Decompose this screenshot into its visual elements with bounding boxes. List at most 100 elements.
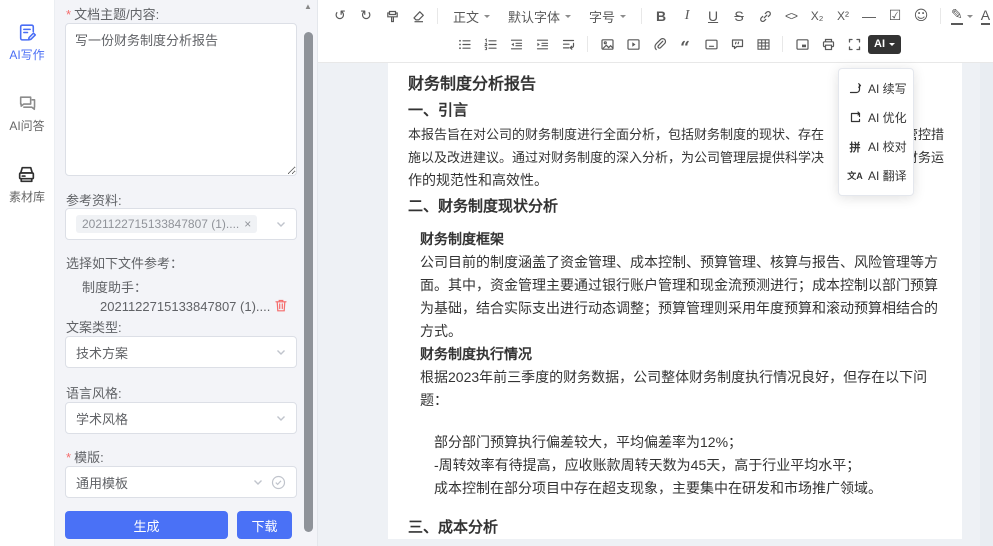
ai-dropdown-menu: AI 续写 AI 优化 拼 AI 校对 文A AI 翻译 — [838, 68, 914, 196]
fullscreen-icon[interactable] — [842, 32, 866, 56]
toolbar-row-2: “ — [328, 30, 985, 58]
topic-textarea[interactable]: 写一份财务制度分析报告 — [65, 23, 297, 176]
doc-list-item: -周转效率有待提高，应收账款周转天数为45天，高于行业平均水平； — [434, 454, 942, 477]
bold-button[interactable]: B — [649, 4, 673, 28]
assistant-label: 制度助手： — [82, 277, 147, 296]
caret-down-icon — [620, 15, 626, 21]
superscript-button[interactable]: X² — [831, 4, 855, 28]
line-break-icon[interactable] — [556, 32, 580, 56]
subscript-button[interactable]: X₂ — [805, 4, 829, 28]
ai-qa-icon — [17, 93, 38, 114]
chevron-down-icon — [253, 477, 263, 487]
doc-subheading: 财务制度执行情况 — [420, 343, 942, 366]
doc-type-select[interactable]: 技术方案 — [65, 336, 297, 368]
blockquote-icon[interactable]: “ — [673, 32, 697, 56]
font-color-button[interactable]: A — [978, 4, 993, 28]
editor-scrollbar-track[interactable] — [980, 63, 993, 546]
inline-code-button[interactable]: <> — [779, 4, 803, 28]
reference-tag-text: 2021122715133847807 (1).... — [82, 217, 239, 231]
ai-writing-icon — [17, 22, 38, 43]
app-window: AI写作 AI问答 素材库 — [0, 0, 993, 546]
tag-close-icon[interactable]: × — [244, 217, 251, 231]
insert-image-icon[interactable] — [595, 32, 619, 56]
doc-heading-3: 三、成本分析 — [408, 516, 942, 540]
caret-down-icon — [889, 43, 895, 49]
code-block-icon[interactable] — [699, 32, 723, 56]
required-asterisk: * — [66, 7, 71, 22]
sidebar-item-label: 素材库 — [9, 188, 45, 205]
delete-file-icon[interactable] — [274, 298, 288, 318]
format-painter-icon[interactable] — [380, 4, 404, 28]
indent-increase-icon[interactable] — [530, 32, 554, 56]
ai-proofread-icon: 拼 — [848, 139, 862, 155]
emoji-icon[interactable]: ☺ — [909, 4, 933, 28]
undo-icon[interactable]: ↺ — [328, 4, 352, 28]
comment-icon[interactable] — [725, 32, 749, 56]
menu-item-label: AI 翻译 — [868, 167, 907, 184]
italic-button[interactable]: I — [675, 4, 699, 28]
menu-item-ai-proofread[interactable]: 拼 AI 校对 — [839, 132, 913, 161]
reference-select[interactable]: 2021122715133847807 (1).... × — [65, 208, 297, 240]
form-scrollbar[interactable]: ▲ — [303, 0, 315, 546]
sidebar-item-label: AI写作 — [9, 46, 44, 63]
print-icon[interactable] — [816, 32, 840, 56]
insert-video-icon[interactable] — [621, 32, 645, 56]
material-library-icon — [16, 164, 37, 185]
indent-decrease-icon[interactable] — [504, 32, 528, 56]
highlight-color-button[interactable]: ✎ — [948, 4, 976, 28]
menu-item-label: AI 续写 — [868, 80, 907, 97]
paragraph-style-dropdown[interactable]: 正文 — [445, 4, 498, 28]
sidebar-item-ai-writing[interactable]: AI写作 — [9, 22, 44, 63]
template-label: *模版: — [66, 447, 104, 466]
caret-down-icon — [565, 15, 571, 21]
menu-item-ai-translate[interactable]: 文A AI 翻译 — [839, 161, 913, 190]
link-icon[interactable] — [753, 4, 777, 28]
sidebar-item-material-library[interactable]: 素材库 — [9, 164, 45, 205]
embed-card-icon[interactable] — [790, 32, 814, 56]
chevron-down-icon — [276, 413, 286, 423]
doc-type-value: 技术方案 — [76, 343, 128, 362]
generate-button[interactable]: 生成 — [65, 511, 228, 539]
ai-dropdown-button[interactable]: AI — [868, 35, 901, 54]
editor-area: ↺ ↻ 正文 默认字体 字号 B — [318, 0, 993, 546]
topic-label: *文档主题/内容: — [66, 4, 159, 23]
doc-list-item: 成本控制在部分项目中存在超支现象，主要集中在研发和市场推广领域。 — [434, 477, 942, 500]
doc-paragraph: 根据2023年前三季度的财务数据，公司整体财务制度执行情况良好，但存在以下问题： — [420, 366, 942, 412]
caret-down-icon — [967, 15, 973, 21]
attachment-icon[interactable] — [647, 32, 671, 56]
reference-tag: 2021122715133847807 (1).... × — [76, 215, 257, 233]
ai-continue-icon — [848, 82, 862, 95]
menu-item-label: AI 优化 — [868, 109, 907, 126]
required-asterisk: * — [66, 450, 71, 465]
underline-button[interactable]: U — [701, 4, 725, 28]
menu-item-ai-optimize[interactable]: AI 优化 — [839, 103, 913, 132]
redo-icon[interactable]: ↻ — [354, 4, 378, 28]
ordered-list-icon[interactable] — [478, 32, 502, 56]
sidebar-item-label: AI问答 — [9, 117, 44, 134]
language-style-select[interactable]: 学术风格 — [65, 402, 297, 434]
chevron-down-icon — [276, 347, 286, 357]
writing-form-panel: *文档主题/内容: 写一份财务制度分析报告 参考资料: 202112271513… — [55, 0, 318, 546]
template-select[interactable]: 通用模板 — [65, 466, 297, 498]
strikethrough-button[interactable]: S — [727, 4, 751, 28]
horizontal-rule-button[interactable]: — — [857, 4, 881, 28]
bullet-list-icon[interactable] — [452, 32, 476, 56]
reference-label: 参考资料: — [66, 190, 122, 209]
font-size-dropdown[interactable]: 字号 — [581, 4, 634, 28]
template-value: 通用模板 — [76, 473, 128, 492]
insert-table-icon[interactable] — [751, 32, 775, 56]
chevron-down-icon — [276, 219, 286, 229]
language-style-value: 学术风格 — [76, 409, 128, 428]
scroll-up-icon[interactable]: ▲ — [304, 2, 312, 11]
todo-checkbox-icon[interactable]: ☑ — [883, 4, 907, 28]
clear-format-eraser-icon[interactable] — [406, 4, 430, 28]
language-style-label: 语言风格: — [66, 383, 122, 402]
sidebar-item-ai-qa[interactable]: AI问答 — [9, 93, 44, 134]
download-button[interactable]: 下载 — [237, 511, 292, 539]
font-family-dropdown[interactable]: 默认字体 — [500, 4, 579, 28]
file-name: 2021122715133847807 (1).... — [100, 299, 270, 314]
menu-item-ai-continue[interactable]: AI 续写 — [839, 74, 913, 103]
editor-toolbar: ↺ ↻ 正文 默认字体 字号 B — [318, 0, 993, 63]
toolbar-row-1: ↺ ↻ 正文 默认字体 字号 B — [328, 2, 985, 30]
scrollbar-thumb[interactable] — [304, 32, 313, 532]
